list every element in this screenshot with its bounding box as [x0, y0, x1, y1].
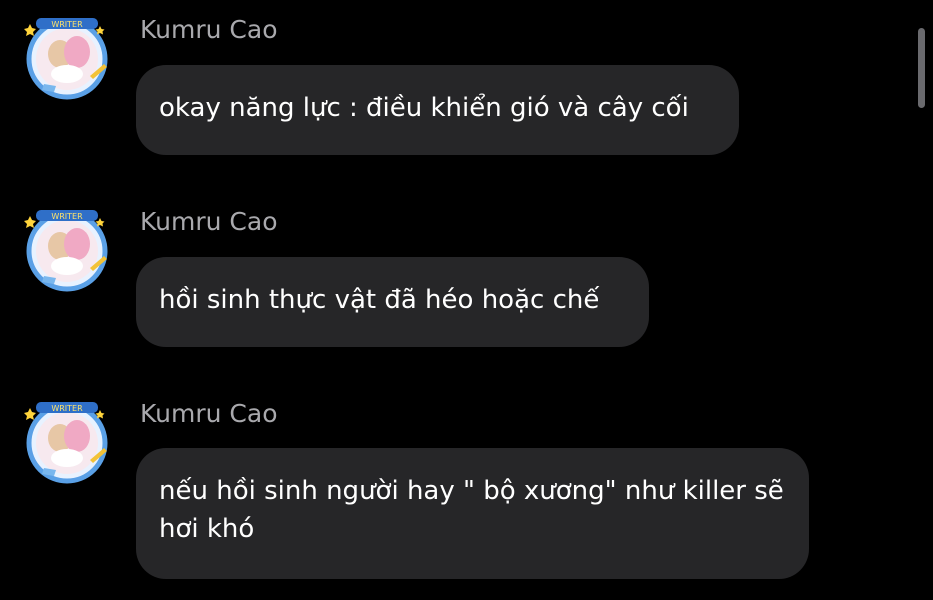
message-bubble[interactable]: nếu hồi sinh người hay " bộ xương" như k…: [136, 448, 809, 579]
chat-thread: WRITER Kumru Cao okay năng lực : điều kh…: [0, 0, 933, 600]
avatar[interactable]: WRITER: [24, 398, 110, 484]
message-bubble[interactable]: hồi sinh thực vật đã héo hoặc chế: [136, 257, 649, 347]
writer-avatar-icon: WRITER: [24, 18, 108, 100]
svg-text:WRITER: WRITER: [51, 404, 83, 413]
message-text: okay năng lực : điều khiển gió và cây cố…: [159, 93, 689, 123]
writer-avatar-icon: WRITER: [24, 402, 108, 484]
message-item: WRITER Kumru Cao nếu hồi sinh người hay …: [0, 398, 900, 588]
message-item: WRITER Kumru Cao hồi sinh thực vật đã hé…: [0, 206, 900, 351]
sender-name[interactable]: Kumru Cao: [140, 15, 278, 45]
message-text: hồi sinh thực vật đã héo hoặc chế: [159, 285, 600, 315]
writer-avatar-icon: WRITER: [24, 210, 108, 292]
svg-text:WRITER: WRITER: [51, 212, 83, 221]
message-bubble[interactable]: okay năng lực : điều khiển gió và cây cố…: [136, 65, 739, 155]
scrollbar-thumb[interactable]: [918, 28, 925, 108]
message-text: nếu hồi sinh người hay " bộ xương" như k…: [159, 476, 784, 544]
sender-name[interactable]: Kumru Cao: [140, 207, 278, 237]
sender-name[interactable]: Kumru Cao: [140, 399, 278, 429]
avatar[interactable]: WRITER: [24, 14, 110, 100]
svg-text:WRITER: WRITER: [51, 20, 83, 29]
message-item: WRITER Kumru Cao okay năng lực : điều kh…: [0, 14, 900, 159]
avatar[interactable]: WRITER: [24, 206, 110, 292]
